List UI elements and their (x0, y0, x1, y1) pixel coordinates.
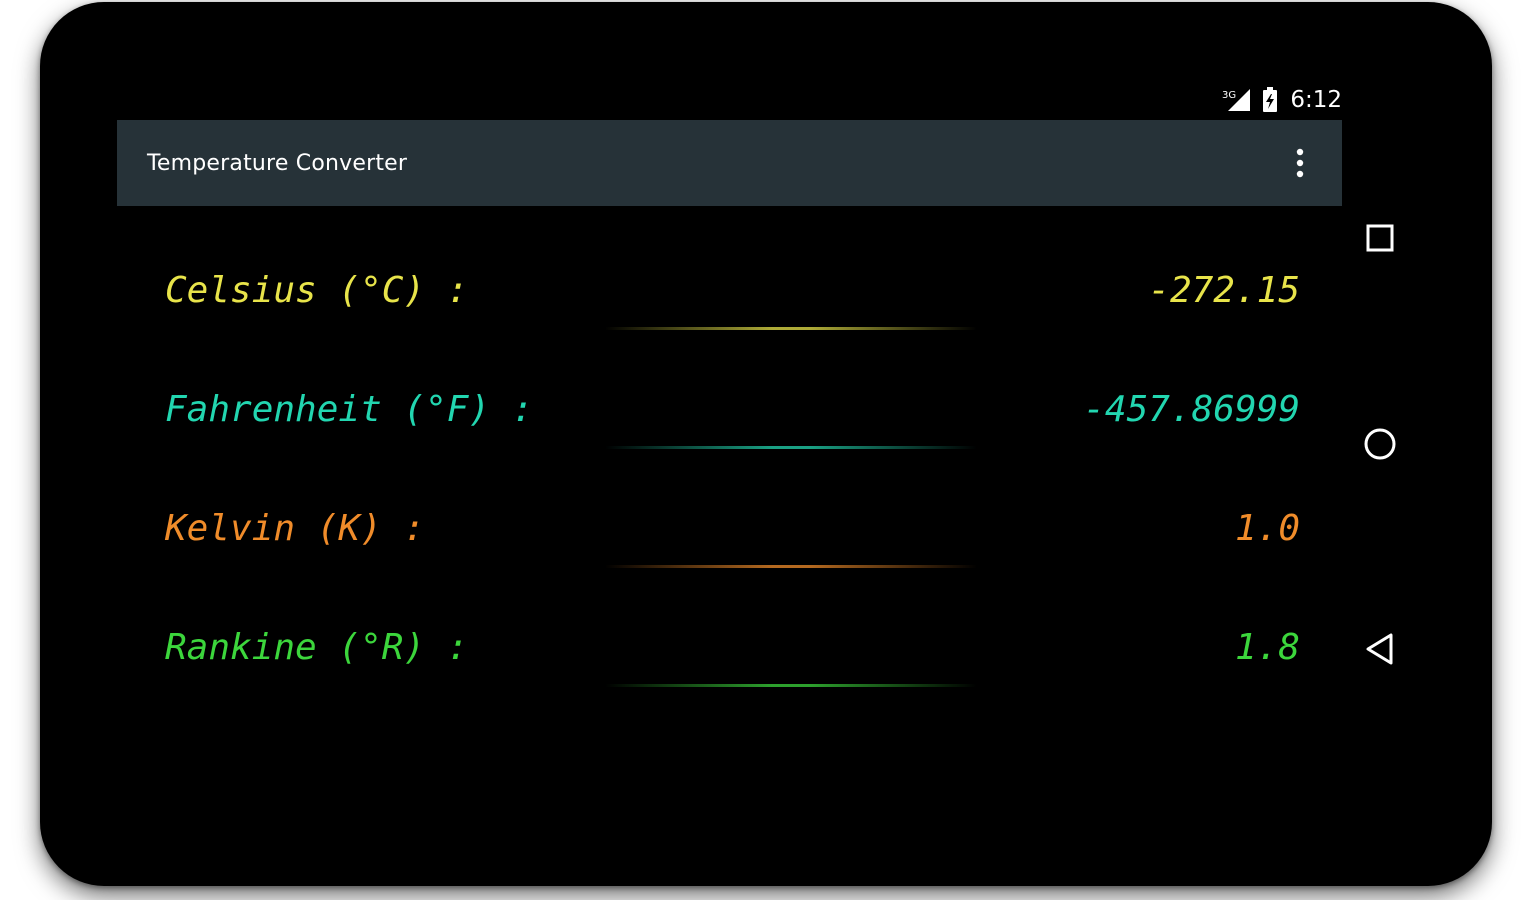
rankine-input-underline (605, 684, 977, 687)
square-recents-icon[interactable] (1358, 216, 1402, 260)
kelvin-input-underline (605, 565, 977, 568)
fahrenheit-input-underline (605, 446, 977, 449)
kelvin-label: Kelvin (K) : (165, 508, 426, 549)
cell-signal-icon: 3G (1222, 87, 1252, 113)
celsius-input-underline (605, 327, 977, 330)
navigation-bar (1342, 120, 1418, 760)
triangle-back-icon[interactable] (1358, 627, 1402, 671)
conversion-list: Celsius (°C) : -272.15 Fahrenheit (°F) :… (165, 238, 1300, 714)
device-screen: 3G 6:12 Temperature Converter Celsius (°… (40, 2, 1492, 886)
celsius-label: Celsius (°C) : (165, 270, 469, 311)
action-bar: Temperature Converter (117, 120, 1342, 206)
status-bar: 3G 6:12 (40, 80, 1342, 120)
row-fahrenheit: Fahrenheit (°F) : -457.86999 (165, 357, 1300, 476)
network-type-label: 3G (1222, 90, 1236, 101)
status-time: 6:12 (1290, 87, 1342, 113)
app-title: Temperature Converter (147, 150, 408, 176)
kelvin-input[interactable]: 1.0 (1235, 508, 1300, 549)
row-rankine: Rankine (°R) : 1.8 (165, 595, 1300, 714)
fahrenheit-input[interactable]: -457.86999 (1083, 389, 1300, 430)
row-kelvin: Kelvin (K) : 1.0 (165, 476, 1300, 595)
celsius-input[interactable]: -272.15 (1148, 270, 1300, 311)
rankine-label: Rankine (°R) : (165, 627, 469, 668)
battery-charging-icon (1262, 87, 1278, 113)
fahrenheit-label: Fahrenheit (°F) : (165, 389, 534, 430)
more-vert-icon[interactable] (1288, 143, 1312, 183)
circle-home-icon[interactable] (1358, 422, 1402, 466)
rankine-input[interactable]: 1.8 (1235, 627, 1300, 668)
row-celsius: Celsius (°C) : -272.15 (165, 238, 1300, 357)
